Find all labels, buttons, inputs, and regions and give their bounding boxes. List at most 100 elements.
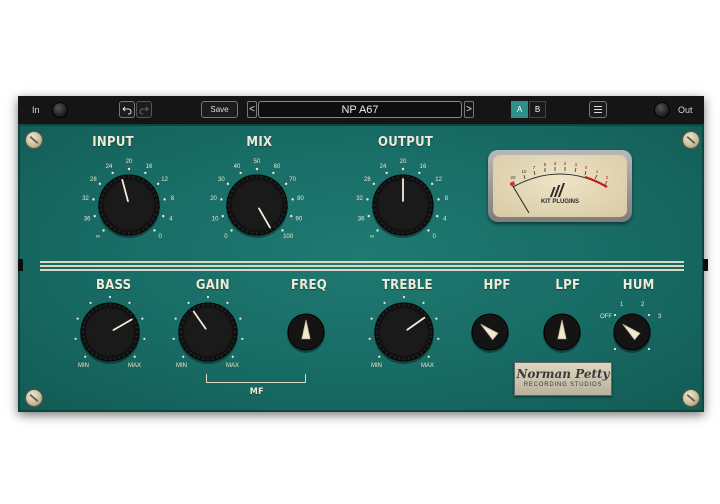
- mix-knob-scale-label: 60: [274, 164, 281, 170]
- input-knob-scale-label: 8: [171, 196, 175, 202]
- output-knob[interactable]: ∞ 36 32 28 24 20 16 12 8 4 0: [356, 159, 449, 240]
- bass-min-label: MIN: [78, 363, 89, 369]
- top-bar: In Save < NP A67 > A B Out: [18, 96, 704, 125]
- gain-label: GAIN: [195, 278, 230, 293]
- output-knob-scale-label: 36: [358, 217, 365, 223]
- mix-knob[interactable]: 0 10 20 30 40 50 60 70 80 90 100: [210, 159, 304, 240]
- menu-button[interactable]: [589, 101, 607, 118]
- preset-selector[interactable]: NP A67: [258, 101, 462, 118]
- meter-scale-label: 7: [533, 165, 536, 170]
- meter-scale-label: 20: [510, 175, 516, 180]
- norman-petty-logo: Norman Petty RECORDING STUDIOS: [514, 362, 612, 396]
- input-knob-scale-label: 36: [84, 217, 91, 223]
- output-knob-scale-label: 4: [443, 217, 447, 223]
- mix-knob-scale-label: 40: [234, 164, 241, 170]
- input-knob-scale-label: 24: [106, 164, 113, 170]
- input-knob-scale-label: ∞: [96, 234, 100, 240]
- mix-knob-scale-label: 100: [283, 234, 294, 240]
- hum-pos-1-label: 1: [620, 302, 624, 308]
- input-knob-scale-label: 16: [146, 164, 153, 170]
- treble-knob[interactable]: [374, 302, 434, 364]
- output-knob-scale-label: 28: [364, 177, 371, 183]
- hpf-knob[interactable]: [471, 313, 509, 353]
- mix-knob-scale-label: 10: [212, 217, 219, 223]
- input-level-knob[interactable]: [52, 102, 68, 118]
- input-knob-scale-label: 12: [161, 177, 168, 183]
- meter-scale-label: 0: [585, 165, 588, 170]
- vu-meter-frame: 20 10 7 5 3 2 1 0 1 2 KIT PLUGINS: [488, 150, 632, 222]
- main-panel: INPUT MIX OUTPUT ∞ 36 32 28 24 20 16 12 8 4 0 0 10 20…: [18, 124, 708, 412]
- output-level-label: Out: [678, 105, 693, 115]
- bass-knob[interactable]: [80, 302, 140, 364]
- hum-knob[interactable]: [613, 313, 651, 353]
- treble-min-label: MIN: [371, 363, 382, 369]
- undo-button[interactable]: [119, 101, 135, 118]
- vu-meter-face: 20 10 7 5 3 2 1 0 1 2 KIT PLUGINS: [493, 155, 627, 217]
- logo-line-2: RECORDING STUDIOS: [523, 382, 603, 388]
- output-knob-scale-label: 12: [435, 177, 442, 183]
- mix-knob-scale-label: 0: [224, 234, 228, 240]
- output-knob-scale-label: 0: [432, 234, 436, 240]
- prev-preset-button[interactable]: <: [247, 101, 257, 118]
- redo-icon: [139, 106, 149, 114]
- freq-label: FREQ: [291, 278, 328, 293]
- lpf-knob[interactable]: [543, 313, 581, 353]
- meter-scale-label: 2: [606, 175, 609, 180]
- logo-line-1: Norman Petty: [516, 367, 610, 381]
- meter-scale-label: 1: [596, 169, 599, 174]
- hum-pos-3-label: 3: [658, 314, 662, 320]
- save-button[interactable]: Save: [201, 101, 238, 118]
- gain-min-label: MIN: [176, 363, 187, 369]
- mix-knob-scale-label: 70: [289, 177, 296, 183]
- input-knob-scale-label: 32: [82, 196, 89, 202]
- input-knob[interactable]: ∞ 36 32 28 24 20 16 12 8 4 0: [82, 159, 175, 240]
- output-knob-scale-label: 32: [356, 196, 363, 202]
- next-preset-button[interactable]: >: [464, 101, 474, 118]
- output-knob-scale-label: 20: [400, 159, 407, 165]
- plugin-window: In Save < NP A67 > A B Out INPUT MIX OUT…: [18, 96, 708, 412]
- mix-knob-scale-label: 80: [297, 196, 304, 202]
- mix-knob-scale-label: 50: [254, 159, 261, 165]
- redo-button[interactable]: [136, 101, 152, 118]
- input-knob-scale-label: 0: [158, 234, 162, 240]
- gain-max-label: MAX: [226, 363, 240, 369]
- mix-knob-scale-label: 90: [296, 217, 303, 223]
- hum-label: HUM: [622, 278, 655, 293]
- input-knob-scale-label: 28: [90, 177, 97, 183]
- mf-label: MF: [249, 387, 264, 397]
- output-knob-scale-label: ∞: [370, 234, 374, 240]
- lpf-label: LPF: [555, 278, 581, 293]
- meter-scale-label: 2: [564, 161, 567, 166]
- hamburger-menu-icon: [594, 106, 602, 113]
- hpf-label: HPF: [483, 278, 511, 293]
- undo-icon: [122, 106, 132, 114]
- treble-label: TREBLE: [381, 278, 433, 293]
- mix-knob-scale-label: 30: [218, 177, 225, 183]
- compare-b-button[interactable]: B: [529, 101, 546, 118]
- vu-needle: [510, 182, 530, 214]
- output-knob-scale-label: 24: [380, 164, 387, 170]
- output-knob-scale-label: 8: [445, 196, 449, 202]
- kit-logo-icon: [549, 183, 565, 197]
- treble-max-label: MAX: [421, 363, 435, 369]
- input-knob-scale-label: 4: [169, 217, 173, 223]
- bass-label: BASS: [95, 278, 132, 293]
- hum-off-label: OFF: [600, 314, 612, 320]
- mix-knob-scale-label: 20: [210, 196, 217, 202]
- meter-scale-label: 10: [521, 169, 527, 174]
- input-level-label: In: [32, 105, 40, 115]
- meter-brand: KIT PLUGINS: [541, 199, 579, 205]
- input-knob-scale-label: 20: [126, 159, 133, 165]
- bass-max-label: MAX: [128, 363, 142, 369]
- vu-meter-scale: 201075 3 2 1012 KIT PLUGINS: [510, 161, 609, 214]
- gain-knob[interactable]: [178, 302, 238, 364]
- compare-a-button[interactable]: A: [511, 101, 528, 118]
- hum-pos-2-label: 2: [641, 302, 645, 308]
- mf-bracket: [206, 374, 306, 383]
- meter-scale-label: 1: [575, 162, 578, 167]
- meter-scale-label: 5: [544, 162, 547, 167]
- meter-scale-label: 3: [554, 161, 557, 166]
- output-level-knob[interactable]: [654, 102, 670, 118]
- output-knob-scale-label: 16: [420, 164, 427, 170]
- freq-knob[interactable]: [287, 313, 325, 353]
